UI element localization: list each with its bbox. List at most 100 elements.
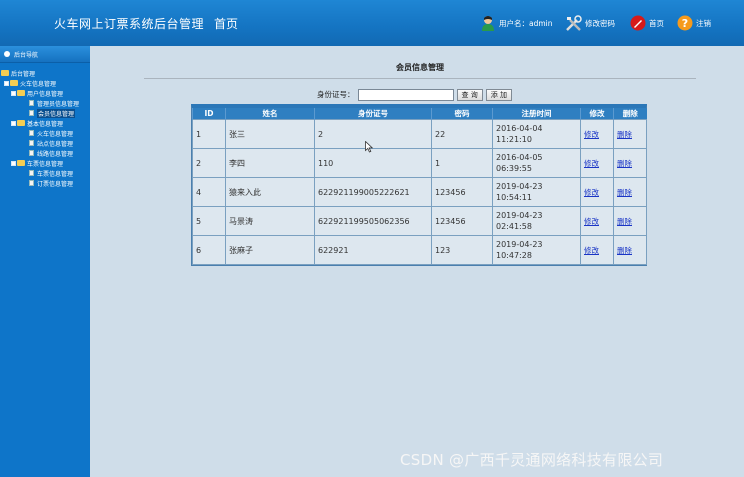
search-bar: 身份证号： 查 询 添 加	[317, 88, 512, 101]
nav-icon	[4, 51, 10, 57]
delete-link[interactable]: 删除	[617, 130, 632, 139]
user-icon	[482, 16, 494, 31]
cell-idcard: 622921199505062356	[314, 206, 432, 236]
edit-link[interactable]: 修改	[584, 246, 599, 255]
collapse-icon[interactable]	[11, 120, 16, 126]
cell-idcard: 2	[314, 119, 432, 149]
page-icon	[29, 140, 34, 146]
register-clock: 02:41:58	[496, 222, 532, 231]
cell-id: 6	[192, 235, 226, 265]
delete-link[interactable]: 删除	[617, 217, 632, 226]
sidebar-header: 后台导航	[0, 46, 90, 63]
watermark: CSDN @广西千灵通网络科技有限公司	[400, 451, 664, 469]
cell-password: 22	[431, 119, 493, 149]
edit-icon	[630, 15, 646, 31]
column-header-delete: 删除	[613, 108, 647, 120]
idcard-search-input[interactable]	[357, 88, 454, 101]
collapse-icon[interactable]	[4, 80, 9, 86]
page-icon	[29, 110, 34, 116]
collapse-icon[interactable]	[11, 90, 16, 96]
change-password-label: 修改密码	[585, 18, 615, 28]
tree-node-train-list[interactable]: 火车信息管理	[0, 128, 90, 138]
sidebar-title: 后台导航	[14, 51, 39, 59]
cell-delete: 删除	[613, 177, 647, 207]
folder-open-icon	[17, 160, 25, 166]
tree-node-station-info[interactable]: 站点信息管理	[0, 138, 90, 148]
cell-register-time: 2019-04-23 02:41:58	[492, 206, 581, 236]
svg-text:?: ?	[682, 17, 688, 30]
edit-link[interactable]: 修改	[584, 217, 599, 226]
logout-label: 注销	[696, 18, 711, 28]
query-button[interactable]: 查 询	[456, 88, 483, 101]
cell-id: 1	[192, 119, 226, 149]
tree-node-member-info[interactable]: 会员信息管理	[0, 108, 90, 118]
column-header-register-time: 注册时间	[492, 108, 581, 120]
cell-name: 张三	[225, 119, 315, 149]
register-date: 2019-04-23	[496, 211, 543, 220]
homepage-label: 首页	[649, 18, 664, 28]
cell-id: 2	[192, 148, 226, 178]
top-header: 火车网上订票系统后台管理 首页 用户名：admin 修改密码 首页 ? 注销	[0, 0, 744, 46]
cell-name: 猿来入此	[225, 177, 315, 207]
page-icon	[29, 150, 34, 156]
cell-idcard: 622921199005222621	[314, 177, 432, 207]
cell-name: 马景涛	[225, 206, 315, 236]
column-header-id: ID	[192, 108, 226, 120]
left-sidebar: 后台导航 后台管理 火车信息管理 用户信息管理 管理员信息管理 会员信息管理 基	[0, 46, 90, 477]
tree-node-route-info[interactable]: 线路信息管理	[0, 148, 90, 158]
username-label: 用户名：admin	[499, 18, 553, 28]
page-icon	[29, 130, 34, 136]
homepage-link[interactable]: 首页	[630, 12, 664, 34]
user-info: 用户名：admin	[480, 12, 553, 34]
tree-node-ticket-list[interactable]: 车票信息管理	[0, 168, 90, 178]
cell-edit: 修改	[580, 235, 614, 265]
folder-open-icon	[1, 70, 9, 76]
cell-delete: 删除	[613, 119, 647, 149]
register-date: 2016-04-04	[496, 124, 543, 133]
tools-icon	[566, 14, 582, 31]
home-nav-link[interactable]: 首页	[214, 15, 238, 32]
cell-edit: 修改	[580, 148, 614, 178]
edit-link[interactable]: 修改	[584, 130, 599, 139]
cell-edit: 修改	[580, 119, 614, 149]
change-password-link[interactable]: 修改密码	[565, 12, 615, 34]
folder-open-icon	[17, 120, 25, 126]
edit-link[interactable]: 修改	[584, 188, 599, 197]
add-button[interactable]: 添 加	[485, 88, 512, 101]
page-icon	[29, 170, 34, 176]
cell-register-time: 2016-04-04 11:21:10	[492, 119, 581, 149]
tree-node-ticket-info[interactable]: 车票信息管理	[0, 158, 90, 168]
cell-register-time: 2019-04-23 10:47:28	[492, 235, 581, 265]
tree-node-admin-info[interactable]: 管理员信息管理	[0, 98, 90, 108]
register-clock: 11:21:10	[496, 135, 532, 144]
logout-link[interactable]: ? 注销	[677, 12, 711, 34]
register-clock: 06:39:55	[496, 164, 532, 173]
table-row: 4 猿来入此 622921199005222621 123456 2019-04…	[192, 177, 647, 207]
cell-password: 1	[431, 148, 493, 178]
cell-register-time: 2016-04-05 06:39:55	[492, 148, 581, 178]
page-icon	[29, 180, 34, 186]
tree-node-basic-info[interactable]: 基本信息管理	[0, 118, 90, 128]
delete-link[interactable]: 删除	[617, 159, 632, 168]
delete-link[interactable]: 删除	[617, 246, 632, 255]
delete-link[interactable]: 删除	[617, 188, 632, 197]
cell-edit: 修改	[580, 206, 614, 236]
cell-delete: 删除	[613, 206, 647, 236]
tree-node-user-info[interactable]: 用户信息管理	[0, 88, 90, 98]
collapse-icon[interactable]	[11, 160, 16, 166]
tree-node-admin-root[interactable]: 后台管理	[0, 68, 90, 78]
member-table: ID 姓名 身份证号 密码 注册时间 修改 删除 1 张三 2 22 2016-…	[191, 104, 647, 266]
cell-name: 张麻子	[225, 235, 315, 265]
column-header-name: 姓名	[225, 108, 315, 120]
edit-link[interactable]: 修改	[584, 159, 599, 168]
cell-delete: 删除	[613, 235, 647, 265]
folder-open-icon	[10, 80, 18, 86]
table-row: 1 张三 2 22 2016-04-04 11:21:10 修改 删除	[192, 119, 647, 149]
cell-idcard: 622921	[314, 235, 432, 265]
nav-tree: 后台管理 火车信息管理 用户信息管理 管理员信息管理 会员信息管理 基本信息管理	[0, 68, 90, 188]
column-header-edit: 修改	[580, 108, 614, 120]
register-clock: 10:54:11	[496, 193, 532, 202]
cell-register-time: 2019-04-23 10:54:11	[492, 177, 581, 207]
tree-node-booking-info[interactable]: 订票信息管理	[0, 178, 90, 188]
tree-node-train-info[interactable]: 火车信息管理	[0, 78, 90, 88]
